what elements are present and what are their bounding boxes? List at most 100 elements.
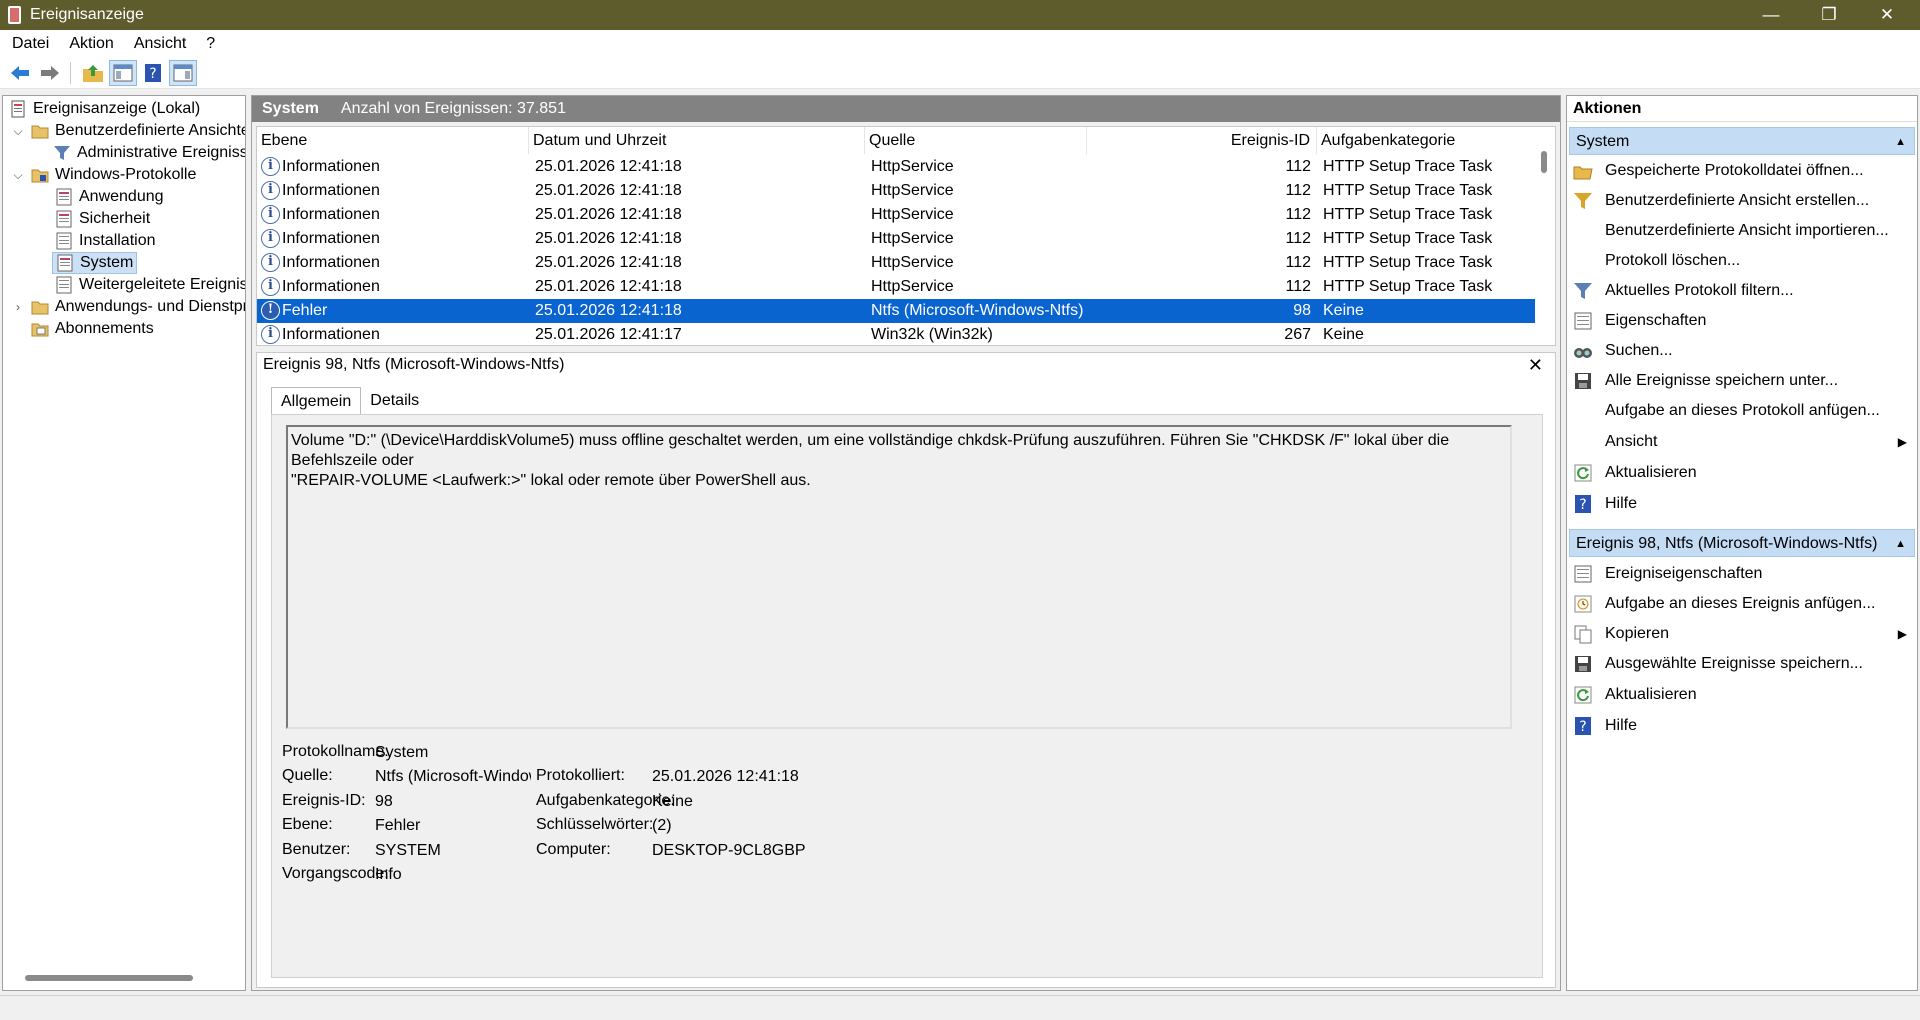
label-keywords: Schlüsselwörter: <box>536 816 654 833</box>
column-datetime[interactable]: Datum und Uhrzeit <box>529 127 865 154</box>
section-label: Ereignis 98, Ntfs (Microsoft-Windows-Ntf… <box>1576 535 1878 552</box>
tab-details[interactable]: Details <box>361 387 428 415</box>
menu-aktion[interactable]: Aktion <box>69 35 113 53</box>
tree-system[interactable]: System <box>52 252 138 274</box>
horizontal-scrollbar[interactable] <box>25 975 193 981</box>
table-row[interactable]: i Informationen 25.01.2026 12:41:17 Win3… <box>257 323 1535 345</box>
action-event-properties[interactable]: Ereigniseigenschaften <box>1567 560 1917 588</box>
label-opcode: Vorgangscode: <box>282 865 389 882</box>
collapse-icon[interactable]: ▲ <box>1895 530 1906 558</box>
back-button[interactable] <box>6 60 34 86</box>
close-icon[interactable]: ✕ <box>1528 355 1543 376</box>
cell-task: HTTP Setup Trace Task <box>1323 158 1493 175</box>
vertical-scrollbar[interactable] <box>1541 151 1547 173</box>
log-header: System Anzahl von Ereignissen: 37.851 <box>252 96 1560 122</box>
center-panel: System Anzahl von Ereignissen: 37.851 Eb… <box>251 95 1561 991</box>
tree-apps-services[interactable]: › Anwendungs- und Dienstprotokolle <box>11 296 245 318</box>
restore-button[interactable]: ❐ <box>1800 0 1858 30</box>
action-copy[interactable]: Kopieren ▶ <box>1567 620 1917 648</box>
detail-title: Ereignis 98, Ntfs (Microsoft-Windows-Ntf… <box>263 356 565 373</box>
subscriptions-icon <box>31 323 49 337</box>
value-logged: 25.01.2026 12:41:18 <box>652 768 799 785</box>
cell-source: HttpService <box>871 206 954 223</box>
tree-custom-views[interactable]: ⌵ Benutzerdefinierte Ansichten <box>11 120 245 142</box>
table-row[interactable]: i Informationen 25.01.2026 12:41:18 Http… <box>257 155 1535 179</box>
actions-header: Aktionen <box>1567 96 1917 122</box>
show-hide-tree-button[interactable] <box>109 59 137 86</box>
tree-label: Administrative Ereignisse <box>77 144 246 161</box>
close-window-button[interactable]: ✕ <box>1858 0 1916 30</box>
action-clear-log[interactable]: Protokoll löschen... <box>1567 247 1917 275</box>
column-level[interactable]: Ebene <box>257 127 529 154</box>
tree-application[interactable]: Anwendung <box>55 186 164 208</box>
action-import-custom-view[interactable]: Benutzerdefinierte Ansicht importieren..… <box>1567 217 1917 245</box>
table-row[interactable]: i Informationen 25.01.2026 12:41:18 Http… <box>257 227 1535 251</box>
action-attach-task-event[interactable]: Aufgabe an dieses Ereignis anfügen... <box>1567 590 1917 618</box>
action-label: Suchen... <box>1605 342 1673 359</box>
toolbar-separator <box>70 61 71 84</box>
cell-event-id: 112 <box>1285 230 1311 247</box>
save-icon <box>1575 373 1591 389</box>
tree-subscriptions[interactable]: Abonnements <box>31 318 154 340</box>
menu-ansicht[interactable]: Ansicht <box>134 35 186 53</box>
action-save-all-events[interactable]: Alle Ereignisse speichern unter... <box>1567 367 1917 395</box>
action-save-selected-events[interactable]: Ausgewählte Ereignisse speichern... <box>1567 650 1917 678</box>
cell-event-id: 112 <box>1285 158 1311 175</box>
folder-up-icon <box>83 64 103 82</box>
column-source[interactable]: Quelle <box>865 127 1087 154</box>
action-open-saved-log[interactable]: Gespeicherte Protokolldatei öffnen... <box>1567 157 1917 185</box>
menu-datei[interactable]: Datei <box>12 35 49 53</box>
action-find[interactable]: Suchen... <box>1567 337 1917 365</box>
chevron-right-icon[interactable]: › <box>11 300 25 314</box>
column-header-row: Ebene Datum und Uhrzeit Quelle Ereignis-… <box>257 127 1535 154</box>
collapse-icon[interactable]: ▲ <box>1895 128 1906 156</box>
chevron-down-icon[interactable]: ⌵ <box>11 168 25 183</box>
tree-security[interactable]: Sicherheit <box>55 208 150 230</box>
help-button[interactable]: ? <box>139 60 167 86</box>
event-message[interactable]: Volume "D:" (\Device\HarddiskVolume5) mu… <box>286 425 1512 729</box>
tree-windows-logs[interactable]: ⌵ Windows-Protokolle <box>11 164 196 186</box>
section-event[interactable]: Ereignis 98, Ntfs (Microsoft-Windows-Ntf… <box>1569 529 1915 557</box>
cell-source: HttpService <box>871 230 954 247</box>
action-create-custom-view[interactable]: Benutzerdefinierte Ansicht erstellen... <box>1567 187 1917 215</box>
action-label: Hilfe <box>1605 717 1638 734</box>
tree-admin-events[interactable]: Administrative Ereignisse <box>53 142 246 164</box>
info-icon: i <box>261 325 280 344</box>
value-log-name: System <box>375 744 429 761</box>
table-row-selected[interactable]: ! Fehler 25.01.2026 12:41:18 Ntfs (Micro… <box>257 299 1535 323</box>
table-row[interactable]: i Informationen 25.01.2026 12:41:18 Http… <box>257 203 1535 227</box>
action-help-event[interactable]: ? Hilfe <box>1567 712 1917 740</box>
refresh-icon <box>1574 464 1592 482</box>
folder-icon <box>31 301 49 315</box>
menu-help[interactable]: ? <box>206 35 215 53</box>
refresh-icon <box>1574 686 1592 704</box>
column-task-category[interactable]: Aufgabenkategorie <box>1317 127 1535 154</box>
tree-root[interactable]: Ereignisanzeige (Lokal) <box>9 98 200 120</box>
cell-source: HttpService <box>871 278 954 295</box>
action-view[interactable]: Ansicht ▶ <box>1567 428 1917 456</box>
column-event-id[interactable]: Ereignis-ID <box>1087 127 1317 154</box>
action-help[interactable]: ? Hilfe <box>1567 490 1917 518</box>
table-row[interactable]: i Informationen 25.01.2026 12:41:18 Http… <box>257 251 1535 275</box>
tab-allgemein[interactable]: Allgemein <box>271 387 362 415</box>
action-refresh-event[interactable]: Aktualisieren <box>1567 681 1917 709</box>
folder-icon <box>31 125 49 139</box>
action-filter-log[interactable]: Aktuelles Protokoll filtern... <box>1567 277 1917 305</box>
show-hide-action-button[interactable] <box>169 59 197 86</box>
up-level-button[interactable] <box>79 60 107 86</box>
action-properties[interactable]: Eigenschaften <box>1567 307 1917 335</box>
cell-task: HTTP Setup Trace Task <box>1323 278 1493 295</box>
section-system[interactable]: System ▲ <box>1569 127 1915 155</box>
action-attach-task-log[interactable]: Aufgabe an dieses Protokoll anfügen... <box>1567 397 1917 425</box>
value-level: Fehler <box>375 817 421 834</box>
chevron-down-icon[interactable]: ⌵ <box>11 124 25 139</box>
tree-forwarded[interactable]: Weitergeleitete Ereignisse <box>55 274 245 296</box>
minimize-button[interactable]: — <box>1742 0 1800 30</box>
action-refresh[interactable]: Aktualisieren <box>1567 459 1917 487</box>
table-row[interactable]: i Informationen 25.01.2026 12:41:18 Http… <box>257 275 1535 299</box>
tree-setup[interactable]: Installation <box>55 230 156 252</box>
filter-icon <box>54 146 70 160</box>
forward-button[interactable] <box>36 60 64 86</box>
table-row[interactable]: i Informationen 25.01.2026 12:41:18 Http… <box>257 179 1535 203</box>
svg-text:?: ? <box>1579 719 1586 735</box>
